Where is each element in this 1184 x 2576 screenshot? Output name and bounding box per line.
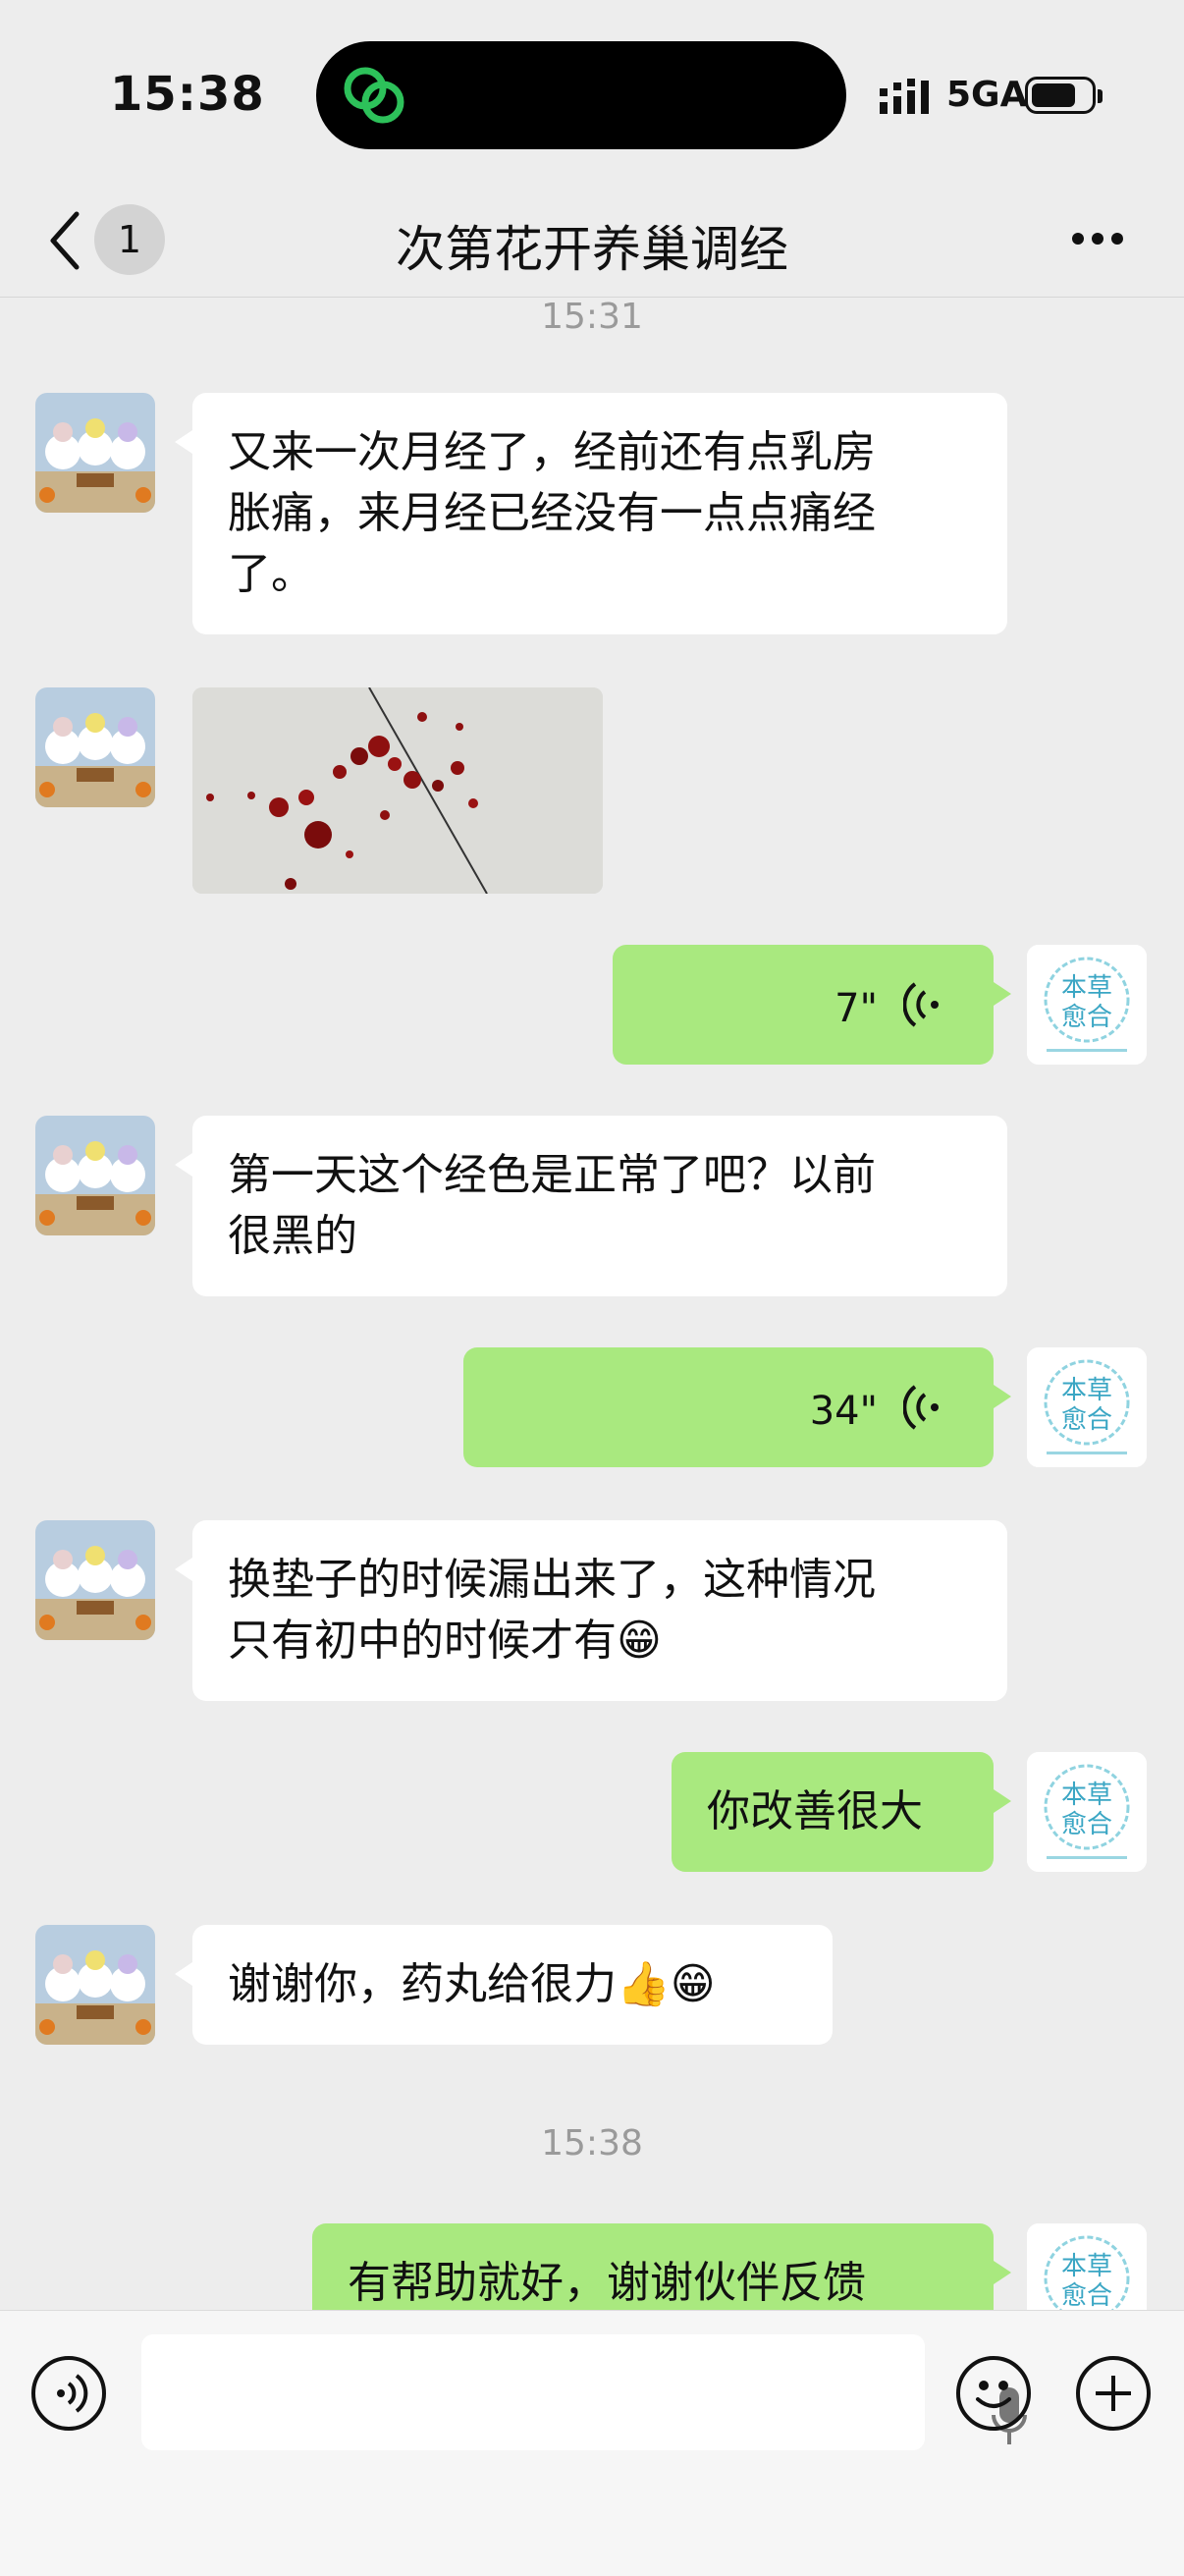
self-avatar-line1: 本草 [1061,1781,1112,1810]
self-avatar[interactable]: 本草 愈合 [1027,1347,1147,1467]
self-avatar-line2: 愈合 [1061,1405,1112,1435]
message-line: 换垫子的时候漏出来了，这种情况 [228,1555,876,1605]
message-text: 你改善很大 [707,1786,923,1836]
voice-message-outgoing[interactable]: 7" [613,945,1011,1065]
contact-avatar[interactable] [35,1116,155,1235]
self-avatar[interactable]: 本草 愈合 [1027,945,1147,1065]
message-bubble-outgoing[interactable]: 有帮助就好，谢谢伙伴反馈 [312,2223,1011,2310]
contact-avatar[interactable] [35,393,155,513]
contact-avatar[interactable] [35,687,155,807]
self-avatar-line2: 愈合 [1061,2281,1112,2310]
status-bar: 15:38 5GA [0,0,1184,187]
dynamic-island [316,41,846,149]
message-line: 只有初中的时候才有😁 [228,1616,662,1666]
page-title: 次第花开养巢调经 [396,221,788,278]
message-text: 谢谢你，药丸给很力👍😁 [228,1959,716,2009]
voice-message-outgoing[interactable]: 34" [463,1347,1011,1467]
self-avatar-line1: 本草 [1061,973,1112,1003]
voice-wave-icon [903,982,939,1027]
message-bubble-incoming[interactable]: 又来一次月经了，经前还有点乳房 胀痛，来月经已经没有一点点痛经 了。 [175,393,1007,634]
message-bubble-incoming[interactable]: 第一天这个经色是正常了吧？以前 很黑的 [175,1116,1007,1296]
contact-avatar[interactable] [35,1520,155,1640]
plus-icon[interactable] [1076,2356,1151,2431]
voice-duration: 34" [809,1389,878,1434]
input-bar [0,2310,1184,2576]
status-time: 15:38 [110,67,265,122]
timestamp: 15:31 [541,297,643,337]
message-line: 很黑的 [228,1211,357,1261]
message-line: 第一天这个经色是正常了吧？以前 [228,1150,876,1200]
battery-icon [1025,77,1096,114]
message-bubble-incoming[interactable]: 换垫子的时候漏出来了，这种情况 只有初中的时候才有😁 [175,1520,1007,1701]
network-label: 5GA [946,75,1028,115]
message-line: 了。 [228,549,314,599]
message-line: 又来一次月经了，经前还有点乳房 [228,427,876,477]
self-avatar[interactable]: 本草 愈合 [1027,2223,1147,2310]
link-icon [344,67,404,124]
signal-icon [880,79,929,114]
self-avatar[interactable]: 本草 愈合 [1027,1752,1147,1872]
message-line: 胀痛，来月经已经没有一点点痛经 [228,488,876,538]
self-avatar-line1: 本草 [1061,1376,1112,1405]
battery-cap [1098,89,1103,103]
timestamp: 15:38 [541,2123,643,2164]
voice-mode-icon[interactable] [31,2356,106,2431]
chat-list[interactable]: 15:31 又来一次月经了，经前还有点乳房 胀痛，来月经已经没有一点点痛经 了。 [0,297,1184,2310]
self-avatar-line1: 本草 [1061,2252,1112,2281]
voice-duration: 7" [834,986,878,1031]
message-bubble-incoming[interactable]: 谢谢你，药丸给很力👍😁 [175,1925,833,2045]
message-text: 有帮助就好，谢谢伙伴反馈 [348,2258,866,2308]
nav-bar: 1 次第花开养巢调经 [0,187,1184,298]
self-avatar-line2: 愈合 [1061,1003,1112,1032]
message-bubble-outgoing[interactable]: 你改善很大 [672,1752,1011,1872]
message-image[interactable] [192,687,603,894]
emoji-icon[interactable] [956,2356,1031,2431]
message-input[interactable] [141,2334,1027,2450]
contact-avatar[interactable] [35,1925,155,2045]
more-dots-icon[interactable] [1072,230,1131,249]
self-avatar-line2: 愈合 [1061,1810,1112,1839]
voice-wave-icon [903,1385,939,1430]
